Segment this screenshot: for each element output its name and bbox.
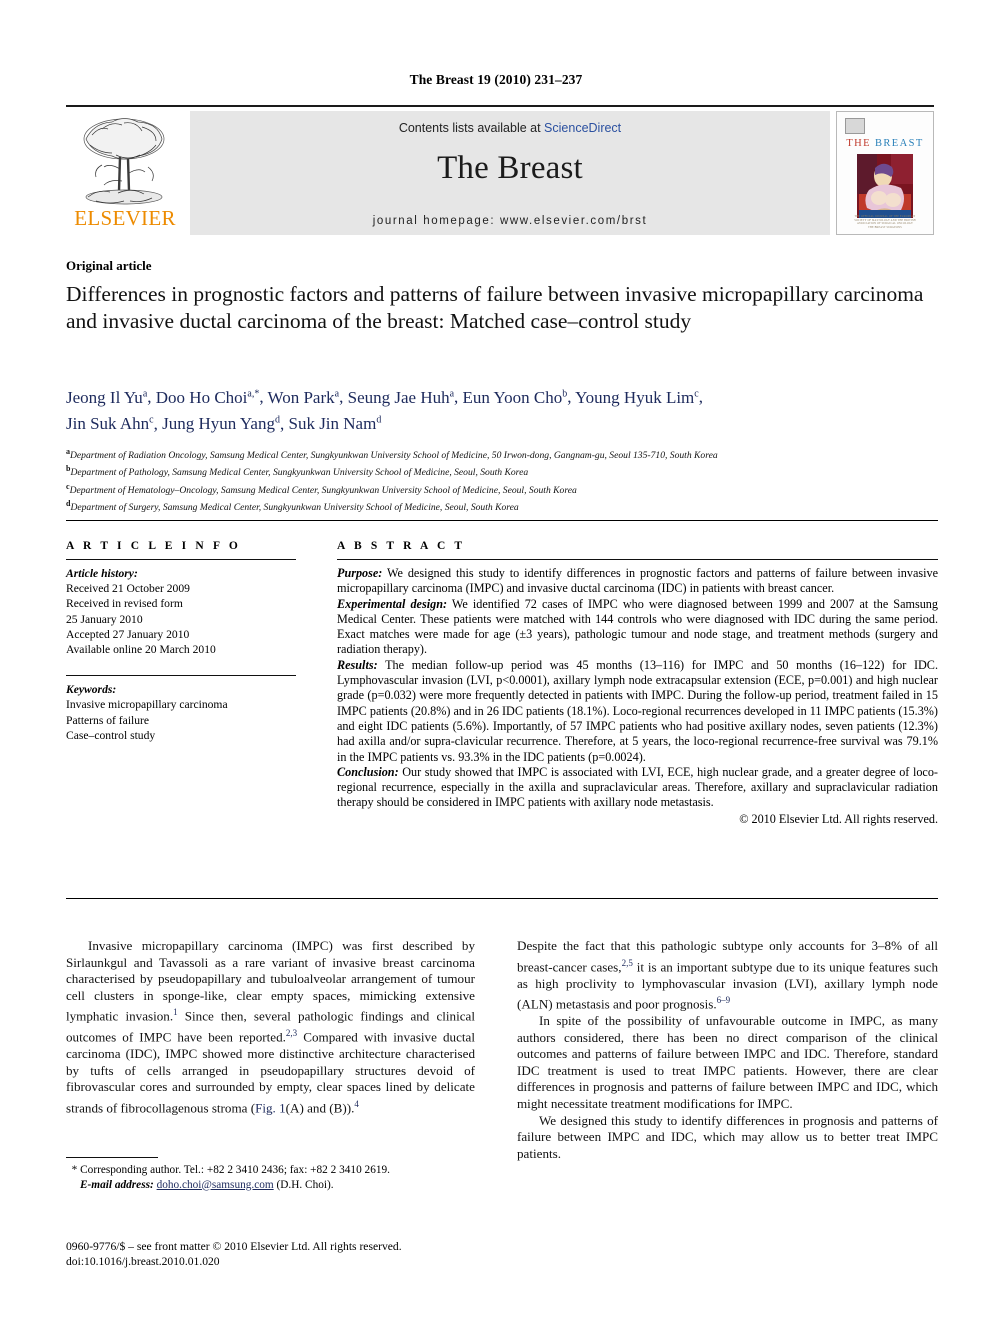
body-column-left: Invasive micropapillary carcinoma (IMPC)…	[66, 938, 475, 1117]
history-item: Available online 20 March 2010	[66, 643, 216, 657]
figure-link[interactable]: Fig. 1	[255, 1100, 286, 1115]
journal-homepage-line[interactable]: journal homepage: www.elsevier.com/brst	[190, 215, 830, 227]
affiliation-list: aDepartment of Radiation Oncology, Samsu…	[66, 445, 946, 515]
cover-title-the: THE	[846, 138, 871, 149]
citation-ref[interactable]: 2,5	[622, 958, 633, 968]
abstract-column: A B S T R A C T Purpose: We designed thi…	[337, 540, 938, 827]
abstract-section-label: Experimental design:	[337, 596, 448, 611]
affiliation-item: aDepartment of Radiation Oncology, Samsu…	[66, 447, 718, 462]
abstract-section-text: Our study showed that IMPC is associated…	[337, 764, 938, 810]
abstract-section: Purpose: We designed this study to ident…	[337, 566, 938, 597]
body-paragraph: Despite the fact that this pathologic su…	[517, 938, 938, 1013]
abstract-body: Purpose: We designed this study to ident…	[337, 566, 938, 827]
author-item[interactable]: Doo Ho Choia,*	[156, 388, 260, 407]
history-item: Accepted 27 January 2010	[66, 627, 190, 641]
affiliation-item: bDepartment of Pathology, Samsung Medica…	[66, 464, 529, 479]
body-paragraph: Invasive micropapillary carcinoma (IMPC)…	[66, 938, 475, 1117]
affiliation-text: Department of Pathology, Samsung Medical…	[70, 467, 529, 479]
keyword-item: Patterns of failure	[66, 713, 150, 727]
abstract-copyright: © 2010 Elsevier Ltd. All rights reserved…	[739, 811, 938, 826]
divider	[66, 559, 296, 560]
affiliation-item: dDepartment of Surgery, Samsung Medical …	[66, 499, 519, 514]
author-list: Jeong Il Yua, Doo Ho Choia,*, Won Parka,…	[66, 387, 703, 434]
citation-ref[interactable]: 2,3	[286, 1028, 297, 1038]
email-address-label: E-mail address:	[80, 1178, 154, 1191]
abstract-section-text: The median follow-up period was 45 month…	[337, 657, 938, 764]
article-info-heading: A R T I C L E I N F O	[66, 540, 241, 552]
abstract-section-label: Conclusion:	[337, 764, 399, 779]
divider	[337, 559, 938, 560]
article-history-label: Article history:	[66, 567, 138, 580]
footnote-divider	[66, 1157, 158, 1158]
email-suffix: (D.H. Choi).	[273, 1178, 334, 1191]
journal-article-page: The Breast 19 (2010) 231–237 ELSEVIER Co…	[0, 0, 992, 1323]
cover-footer-line4: THE BREAST SURGEONS	[868, 225, 902, 229]
history-item: Received 21 October 2009	[66, 582, 190, 596]
email-link[interactable]: doho.choi@samsung.com	[157, 1179, 274, 1191]
sciencedirect-link[interactable]: ScienceDirect	[544, 121, 621, 135]
elsevier-logo: ELSEVIER	[66, 111, 184, 235]
imprint-line: 0960-9776/$ – see front matter © 2010 El…	[66, 1240, 402, 1253]
divider-below-abstract	[66, 898, 938, 899]
cover-title-breast: BREAST	[874, 138, 924, 149]
citation-ref[interactable]: 6–9	[717, 995, 731, 1005]
body-column-right: Despite the fact that this pathologic su…	[517, 938, 938, 1162]
author-item[interactable]: Eun Yoon Chob	[463, 388, 568, 407]
abstract-section-text: We designed this study to identify diffe…	[337, 566, 938, 596]
article-info-column: A R T I C L E I N F O Article history: R…	[66, 540, 296, 743]
contents-available-line: Contents lists available at ScienceDirec…	[190, 121, 830, 135]
affiliation-text: Department of Radiation Oncology, Samsun…	[70, 450, 718, 462]
author-item[interactable]: Jung Hyun Yangd	[162, 414, 280, 433]
imprint-block: 0960-9776/$ – see front matter © 2010 El…	[66, 1240, 526, 1270]
journal-band: Contents lists available at ScienceDirec…	[190, 111, 830, 235]
body-paragraph: In spite of the possibility of unfavoura…	[517, 1013, 938, 1112]
contents-prefix: Contents lists available at	[398, 121, 545, 135]
cover-title: THE BREAST	[837, 138, 933, 149]
abstract-section-label: Purpose:	[337, 566, 383, 580]
keyword-item: Invasive micropapillary carcinoma	[66, 698, 228, 712]
footnote-line: * Corresponding author. Tel.: +82 2 3410…	[66, 1163, 486, 1178]
corresponding-author-footnote: * Corresponding author. Tel.: +82 2 3410…	[66, 1163, 486, 1192]
abstract-section: Conclusion: Our study showed that IMPC i…	[337, 765, 938, 811]
running-head: The Breast 19 (2010) 231–237	[409, 72, 583, 87]
footnote-email-line: E-mail address: doho.choi@samsung.com (D…	[66, 1178, 486, 1193]
journal-cover-thumbnail[interactable]: THE BREAST THE OFFICIAL JOURNAL OF THE E…	[836, 111, 934, 235]
history-item: 25 January 2010	[66, 612, 143, 626]
body-text: (A) and (B)).	[285, 1100, 355, 1116]
author-item[interactable]: Jin Suk Ahnc	[66, 414, 154, 433]
affiliation-item: cDepartment of Hematology–Oncology, Sams…	[66, 481, 577, 496]
footnote-contact: Corresponding author. Tel.: +82 2 3410 2…	[77, 1164, 390, 1176]
divider	[66, 675, 296, 677]
divider-above-abstract	[66, 520, 938, 521]
author-item[interactable]: Young Hyuk Limc	[575, 388, 699, 407]
author-item[interactable]: Won Parka	[268, 388, 340, 407]
cover-footer-text: THE OFFICIAL JOURNAL OF THE EUROPEAN SOC…	[845, 215, 925, 229]
author-item[interactable]: Suk Jin Namd	[288, 414, 381, 433]
abstract-heading: A B S T R A C T	[337, 540, 466, 552]
article-history-block: Article history: Received 21 October 200…	[66, 566, 296, 657]
keywords-label: Keywords:	[66, 683, 117, 697]
abstract-section: Results: The median follow-up period was…	[337, 658, 938, 765]
history-item: Received in revised form	[66, 597, 183, 611]
author-item[interactable]: Seung Jae Huha	[348, 388, 454, 407]
elsevier-wordmark: ELSEVIER	[74, 206, 176, 230]
keywords-block: Keywords: Invasive micropapillary carcin…	[66, 682, 296, 743]
body-paragraph: We designed this study to identify diffe…	[517, 1112, 938, 1161]
abstract-section: Experimental design: We identified 72 ca…	[337, 597, 938, 658]
page-title: Differences in prognostic factors and pa…	[66, 282, 924, 333]
affiliation-text: Department of Hematology–Oncology, Samsu…	[69, 484, 577, 496]
cover-logo-box	[845, 118, 865, 134]
citation-ref[interactable]: 4	[354, 1099, 359, 1109]
journal-title: The Breast	[437, 150, 583, 186]
cover-artwork	[857, 154, 913, 218]
keyword-item: Case–control study	[66, 728, 156, 742]
journal-masthead: ELSEVIER Contents lists available at Sci…	[66, 105, 934, 235]
abstract-section-label: Results:	[337, 657, 378, 672]
elsevier-tree-icon	[83, 118, 165, 205]
article-type-label: Original article	[66, 258, 152, 273]
imprint-line: doi:10.1016/j.breast.2010.01.020	[66, 1254, 220, 1268]
author-item[interactable]: Jeong Il Yua	[66, 388, 147, 407]
affiliation-text: Department of Surgery, Samsung Medical C…	[70, 502, 519, 514]
